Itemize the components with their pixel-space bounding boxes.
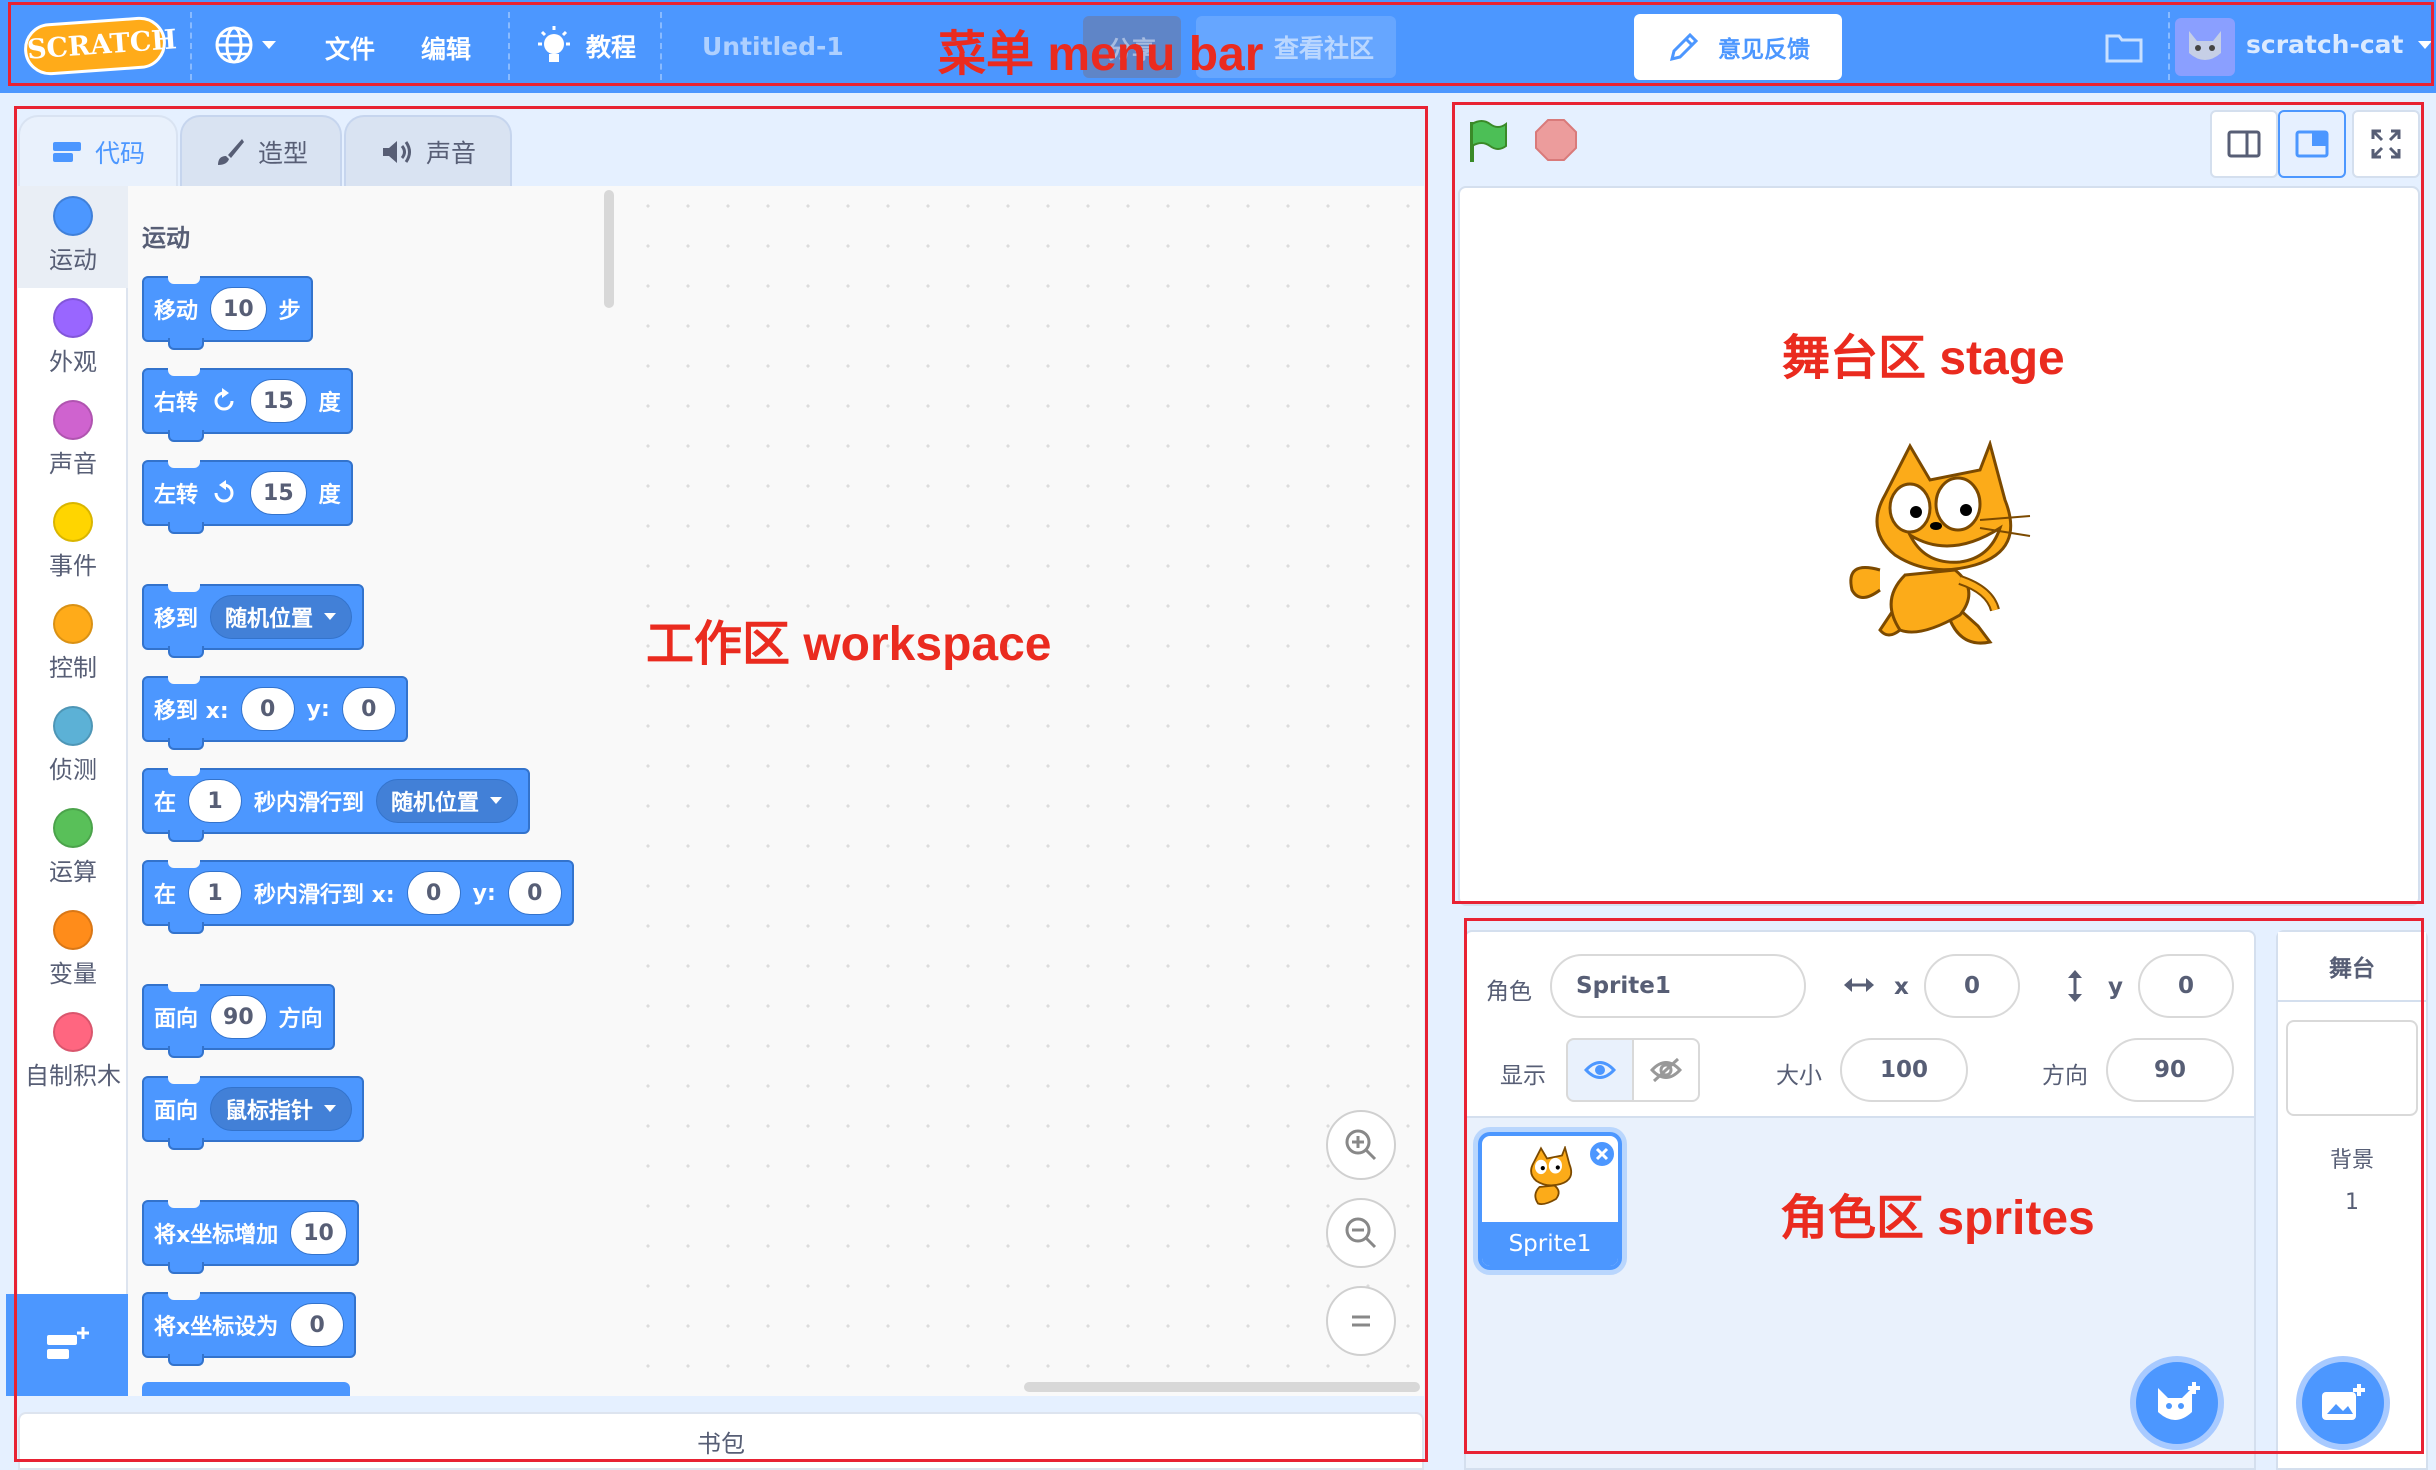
annotation-box-workspace xyxy=(14,106,1428,1462)
annotation-workspace: 工作区 workspace xyxy=(646,618,1052,671)
annotation-box-stage xyxy=(1452,102,2424,904)
workspace-edge xyxy=(1428,780,1434,1380)
annotation-menu-bar: 菜单 menu bar xyxy=(938,28,1264,81)
annotation-stage: 舞台区 stage xyxy=(1782,332,2065,385)
annotation-sprites: 角色区 sprites xyxy=(1780,1192,2095,1245)
